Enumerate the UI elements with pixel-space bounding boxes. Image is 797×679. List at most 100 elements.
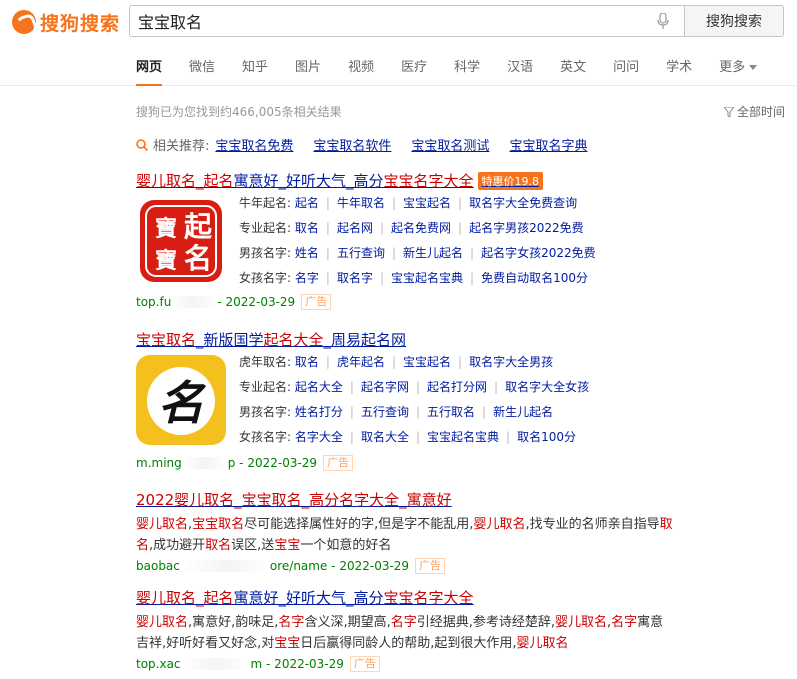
- divider: |: [415, 430, 420, 444]
- tab-wenwen[interactable]: 问问: [613, 56, 639, 86]
- sitelink[interactable]: 免费自动取名100分: [481, 271, 588, 285]
- sitelink[interactable]: 新生儿起名: [493, 405, 553, 419]
- result-title[interactable]: 2022婴儿取名_宝宝取名_高分名字大全_寓意好: [136, 489, 676, 510]
- result-title[interactable]: 婴儿取名_起名 寓意好_好听大气_高分 宝宝名字大全: [136, 587, 676, 608]
- snippet-part: 婴儿取名: [136, 615, 189, 630]
- sitelink[interactable]: 起名大全: [295, 380, 343, 394]
- sitelink[interactable]: 取名: [295, 221, 319, 235]
- sitelink[interactable]: 起名免费网: [391, 221, 451, 235]
- divider: |: [458, 355, 463, 369]
- sitelink-label: 专业起名:: [239, 221, 292, 235]
- related-link[interactable]: 宝宝取名免费: [215, 135, 293, 154]
- sitelink[interactable]: 名字大全: [295, 430, 343, 444]
- related-link[interactable]: 宝宝取名字典: [509, 135, 587, 154]
- sitelink[interactable]: 宝宝起名宝典: [427, 430, 499, 444]
- url-text: top.xac: [136, 657, 181, 671]
- divider: |: [349, 405, 354, 419]
- ad-label: 广告: [301, 294, 332, 310]
- seal-logo-image: 起 寶 名 寶: [136, 196, 226, 286]
- sitelink[interactable]: 新生儿起名: [403, 246, 463, 260]
- sitelink[interactable]: 取名字大全女孩: [505, 380, 589, 394]
- search-header: 搜狗搜索 搜狗搜索 网页 微信 知乎 图片 视频 医疗 科学 汉语 英文 问问 …: [0, 0, 797, 86]
- time-filter[interactable]: 全部时间: [723, 103, 785, 120]
- tab-medical[interactable]: 医疗: [401, 56, 427, 86]
- divider: |: [349, 380, 354, 394]
- result-url[interactable]: m.ming p - 2022-03-29 广告: [136, 455, 354, 471]
- snippet-part: 误区,送: [231, 538, 275, 553]
- tab-english[interactable]: 英文: [560, 56, 586, 86]
- result-title[interactable]: 婴儿取名_起名 寓意好_好听大气_高分 宝宝名字大全 特惠价19.8: [136, 170, 544, 191]
- sitelink[interactable]: 起名字网: [361, 380, 409, 394]
- title-part: 2022婴儿取名_宝宝取名_高分名字大全_寓意好: [136, 491, 452, 509]
- sitelink[interactable]: 起名字女孩2022免费: [481, 246, 596, 260]
- tab-images[interactable]: 图片: [295, 56, 321, 86]
- sitelink-label: 专业起名:: [239, 380, 292, 394]
- sitelink[interactable]: 姓名打分: [295, 405, 343, 419]
- sitelink[interactable]: 五行查询: [337, 246, 385, 260]
- sitelink[interactable]: 取名大全: [361, 430, 409, 444]
- sitelink[interactable]: 取名100分: [517, 430, 576, 444]
- sitelink[interactable]: 宝宝起名: [403, 196, 451, 210]
- search-result: 婴儿取名_起名 寓意好_好听大气_高分 宝宝名字大全 婴儿取名,寓意好,韵味足,名字…: [136, 587, 676, 672]
- sitelink[interactable]: 姓名: [295, 246, 319, 260]
- result-snippet: 婴儿取名,宝宝取名尽可能选择属性好的字,但是字不能乱用,婴儿取名,找专业的名师亲…: [136, 514, 676, 556]
- tab-more[interactable]: 更多: [719, 56, 758, 86]
- divider: |: [325, 221, 330, 235]
- search-input[interactable]: [138, 10, 648, 32]
- related-label: 相关推荐:: [153, 139, 210, 154]
- sitelink[interactable]: 起名打分网: [427, 380, 487, 394]
- search-box: [129, 5, 685, 37]
- sitelink-row: 男孩名字: 姓名打分 | 五行查询 | 五行取名 | 新生儿起名: [239, 403, 589, 428]
- sitelink[interactable]: 取名字大全免费查询: [469, 196, 577, 210]
- sogou-logo[interactable]: 搜狗搜索: [12, 9, 120, 35]
- tab-video[interactable]: 视频: [348, 56, 374, 86]
- tab-web[interactable]: 网页: [136, 56, 163, 86]
- divider: |: [379, 271, 384, 285]
- sitelink[interactable]: 五行取名: [427, 405, 475, 419]
- tab-hanyu[interactable]: 汉语: [507, 56, 533, 86]
- sitelink[interactable]: 宝宝起名宝典: [391, 271, 463, 285]
- sitelink[interactable]: 虎年起名: [337, 355, 385, 369]
- sitelink[interactable]: 起名字男孩2022免费: [469, 221, 584, 235]
- divider: |: [458, 196, 463, 210]
- search-result: 宝宝取名 _新版国学 起名大全 _周易起名网: [136, 329, 406, 350]
- sitelink[interactable]: 起名网: [337, 221, 373, 235]
- result-thumbnail[interactable]: 起 寶 名 寶: [136, 196, 226, 286]
- snippet-part: 含义深,期望高,: [304, 615, 391, 630]
- search-button[interactable]: 搜狗搜索: [684, 5, 784, 37]
- sitelink[interactable]: 取名字: [337, 271, 373, 285]
- tab-zhihu[interactable]: 知乎: [242, 56, 268, 86]
- url-date: - 2022-03-29: [217, 295, 296, 309]
- price-badge: 特惠价19.8: [477, 171, 544, 190]
- sitelink[interactable]: 起名: [295, 196, 319, 210]
- tab-weixin[interactable]: 微信: [189, 56, 215, 86]
- tab-science[interactable]: 科学: [454, 56, 480, 86]
- related-link[interactable]: 宝宝取名测试: [411, 135, 489, 154]
- sitelink[interactable]: 宝宝起名: [403, 355, 451, 369]
- snippet-part: 婴儿取名: [473, 517, 526, 532]
- result-url[interactable]: top.fu - 2022-03-29 广告: [136, 294, 332, 310]
- sitelink[interactable]: 五行查询: [361, 405, 409, 419]
- related-link[interactable]: 宝宝取名软件: [313, 135, 391, 154]
- sitelink-row: 虎年取名: 取名 | 虎年起名 | 宝宝起名 | 取名字大全男孩: [239, 353, 589, 378]
- sitelink[interactable]: 牛年取名: [337, 196, 385, 210]
- tab-scholar[interactable]: 学术: [666, 56, 692, 86]
- divider: |: [494, 380, 499, 394]
- divider: |: [415, 380, 420, 394]
- title-part: 宝宝取名: [136, 331, 197, 349]
- sitelink[interactable]: 取名字大全男孩: [469, 355, 553, 369]
- title-part: 寓意好_好听大气_高分: [233, 172, 384, 190]
- sitelink[interactable]: 取名: [295, 355, 319, 369]
- sitelink[interactable]: 名字: [295, 271, 319, 285]
- result-thumbnail[interactable]: 名: [136, 355, 226, 445]
- snippet-part: 宝宝: [274, 538, 301, 553]
- microphone-icon[interactable]: [657, 13, 669, 30]
- result-title[interactable]: 宝宝取名 _新版国学 起名大全 _周易起名网: [136, 329, 406, 350]
- url-date: m - 2022-03-29: [250, 657, 344, 671]
- snippet-part: 婴儿取名: [554, 615, 607, 630]
- seal-char: 起: [184, 210, 213, 243]
- result-url[interactable]: baobac ore/name - 2022-03-29 广告: [136, 558, 676, 574]
- snippet-part: ,找专业的名师亲自指导: [525, 517, 660, 532]
- related-searches: 相关推荐: 宝宝取名免费 宝宝取名软件 宝宝取名测试 宝宝取名字典: [136, 135, 607, 154]
- result-url[interactable]: top.xac m - 2022-03-29 广告: [136, 656, 676, 672]
